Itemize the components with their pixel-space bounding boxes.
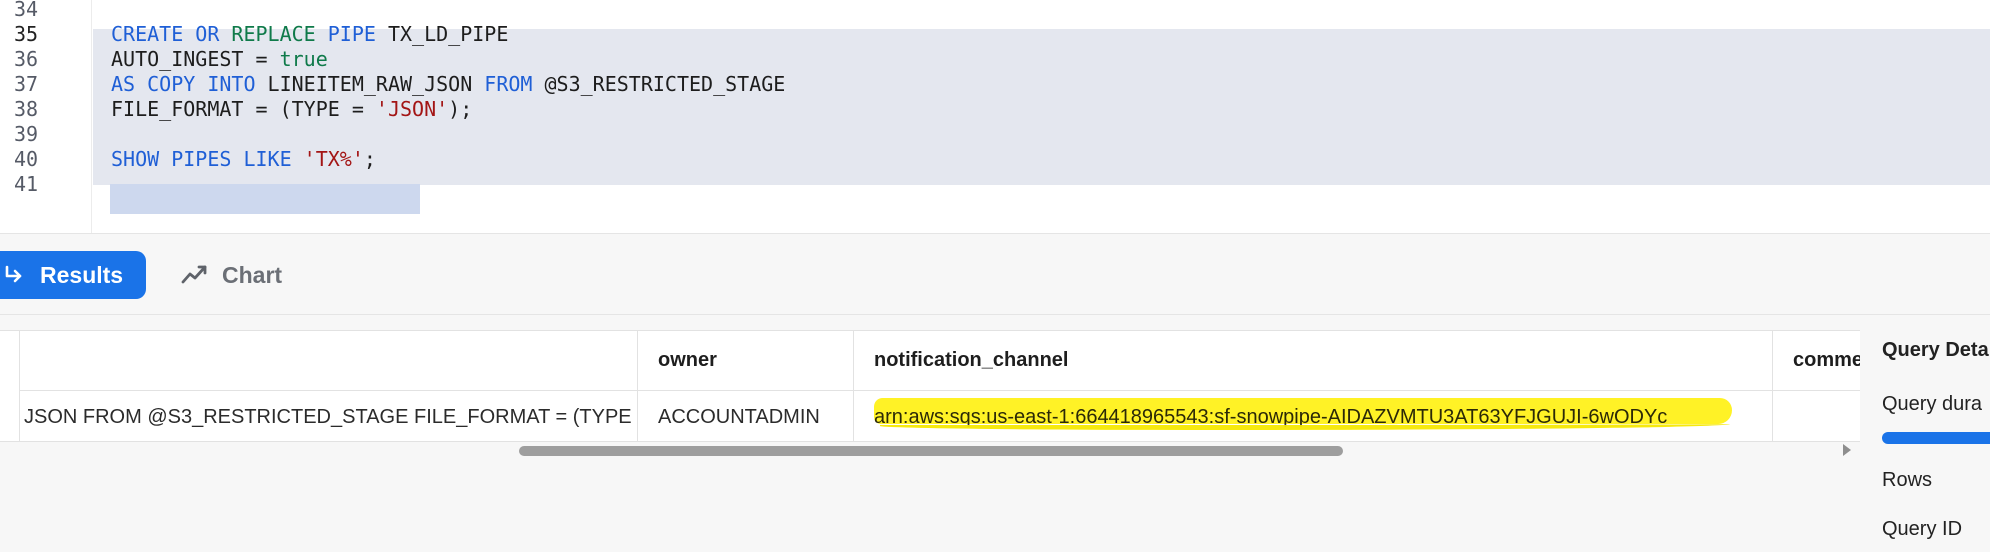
code-line[interactable]: FILE_FORMAT = (TYPE = 'JSON');	[111, 94, 472, 125]
code-token: SHOW PIPES LIKE	[111, 147, 304, 171]
chart-tab-button[interactable]: Chart	[180, 251, 282, 299]
code-token: REPLACE	[231, 22, 328, 46]
return-arrow-icon	[2, 263, 26, 287]
query-details-panel: Query Deta Query dura Rows Query ID	[1860, 315, 1990, 552]
code-token: AUTO_INGEST =	[111, 47, 280, 71]
query-details-title: Query Deta	[1882, 339, 1989, 361]
sql-editor[interactable]: 34 35 36 37 38 39 40 41 CREATE OR REPLAC…	[0, 0, 1990, 233]
row-selector-column	[0, 331, 20, 441]
code-token: FILE_FORMAT = (TYPE =	[111, 97, 376, 121]
comment-column[interactable]: comme	[1773, 331, 1860, 441]
results-toolbar: Results Chart	[0, 233, 1990, 315]
column-header-notification-channel[interactable]: notification_channel	[854, 331, 1772, 391]
table-cell[interactable]: JSON FROM @S3_RESTRICTED_STAGE FILE_FORM…	[20, 391, 637, 441]
code-token: AS COPY INTO	[111, 72, 268, 96]
selection-highlight-last-line	[110, 184, 420, 214]
definition-column[interactable]: JSON FROM @S3_RESTRICTED_STAGE FILE_FORM…	[20, 331, 638, 441]
code-token: CREATE OR	[111, 22, 232, 46]
query-id-label: Query ID	[1882, 518, 1963, 540]
scroll-right-arrow-icon[interactable]	[1843, 444, 1851, 456]
line-number: 41	[14, 172, 39, 196]
code-token: TX_LD_PIPE	[387, 22, 509, 46]
rows-label: Rows	[1882, 469, 1933, 491]
code-token: );	[448, 97, 473, 121]
code-token: FROM	[484, 72, 545, 96]
table-cell-comment[interactable]	[1773, 391, 1860, 441]
line-chart-icon	[180, 264, 208, 286]
column-header-comment[interactable]: comme	[1773, 331, 1860, 391]
chart-tab-label: Chart	[222, 261, 283, 288]
code-token: LINEITEM_RAW_JSON	[267, 72, 485, 96]
query-duration-label: Query dura	[1882, 393, 1983, 415]
query-duration-bar	[1882, 432, 1990, 444]
column-header[interactable]	[20, 331, 637, 391]
results-tab-button[interactable]: Results	[0, 251, 146, 299]
code-token: PIPE	[327, 22, 388, 46]
code-token: @S3_RESTRICTED_STAGE	[544, 72, 786, 96]
code-token: 'TX%'	[303, 147, 364, 171]
code-line[interactable]: SHOW PIPES LIKE 'TX%';	[111, 144, 376, 175]
column-header-owner[interactable]: owner	[638, 331, 853, 391]
table-cell-owner[interactable]: ACCOUNTADMIN	[638, 391, 853, 441]
results-tab-label: Results	[40, 261, 124, 288]
horizontal-scrollbar-thumb[interactable]	[519, 446, 1343, 456]
owner-column[interactable]: owner ACCOUNTADMIN	[638, 331, 854, 441]
code-token: true	[279, 47, 328, 71]
code-token: ;	[363, 147, 376, 171]
line-number-gutter: 34 35 36 37 38 39 40 41	[0, 0, 92, 233]
code-token: 'JSON'	[375, 97, 449, 121]
